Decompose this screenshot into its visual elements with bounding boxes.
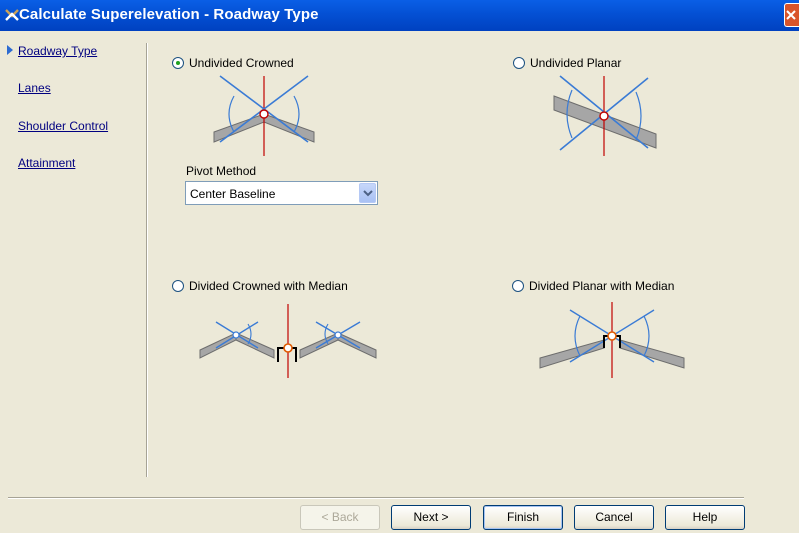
option-label: Divided Planar with Median <box>529 279 675 293</box>
back-button[interactable]: < Back <box>300 505 380 530</box>
button-divider <box>8 497 744 499</box>
nav-item-roadway-type[interactable]: Roadway Type <box>18 44 97 58</box>
option-label: Undivided Crowned <box>189 56 294 70</box>
option-label: Undivided Planar <box>530 56 622 70</box>
help-button[interactable]: Help <box>665 505 745 530</box>
radio-undivided-crowned[interactable] <box>172 57 184 69</box>
nav-item-shoulder-control[interactable]: Shoulder Control <box>18 119 108 133</box>
title-bar: Calculate Superelevation - Roadway Type <box>0 0 799 31</box>
current-page-marker-icon <box>7 45 13 55</box>
radio-divided-crowned-median[interactable] <box>172 280 184 292</box>
option-label: Divided Crowned with Median <box>189 279 348 293</box>
pivot-method-select[interactable]: Center Baseline <box>185 181 378 205</box>
pivot-method-label: Pivot Method <box>186 164 257 178</box>
divided-planar-median-diagram <box>539 302 685 378</box>
nav-item-lanes[interactable]: Lanes <box>18 81 51 95</box>
chevron-down-icon <box>363 190 373 197</box>
radio-undivided-planar[interactable] <box>513 57 525 69</box>
cancel-button[interactable]: Cancel <box>574 505 654 530</box>
nav-item-attainment[interactable]: Attainment <box>18 156 75 170</box>
next-button[interactable]: Next > <box>391 505 471 530</box>
finish-button[interactable]: Finish <box>483 505 563 530</box>
nav-divider <box>146 43 148 477</box>
close-icon <box>786 10 796 20</box>
wizard-nav: Roadway Type Lanes Shoulder Control Atta… <box>0 31 146 481</box>
undivided-planar-diagram <box>553 75 657 156</box>
pivot-method-value: Center Baseline <box>190 187 276 201</box>
radio-divided-planar-median[interactable] <box>512 280 524 292</box>
window-title: Calculate Superelevation - Roadway Type <box>19 6 319 23</box>
divided-crowned-median-diagram <box>199 304 377 378</box>
radio-selected-dot <box>176 61 180 65</box>
pivot-method-dropdown-button[interactable] <box>359 183 376 203</box>
undivided-crowned-diagram <box>213 75 315 156</box>
close-button[interactable] <box>784 3 799 27</box>
